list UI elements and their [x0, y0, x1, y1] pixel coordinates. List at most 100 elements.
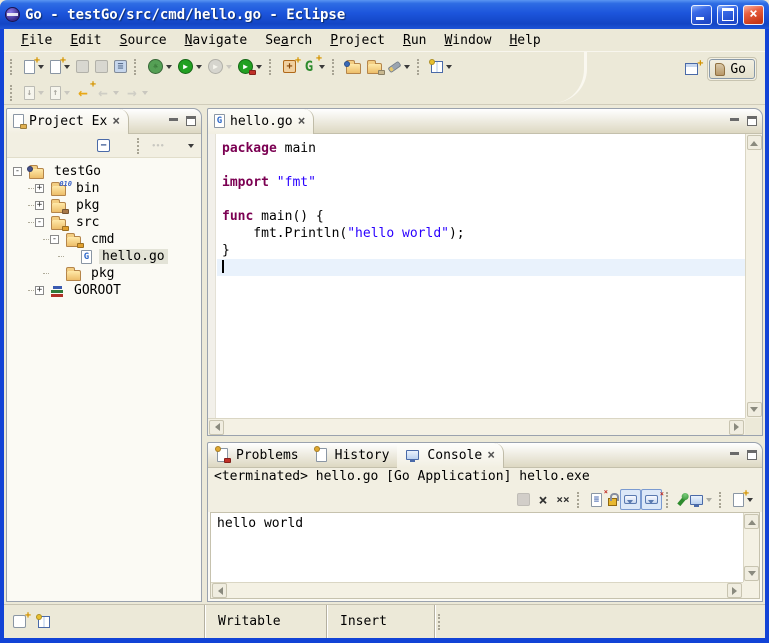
tree-item-label[interactable]: pkg	[73, 198, 102, 213]
tree-item-goroot[interactable]: + GOROOT	[7, 282, 201, 299]
maximize-button[interactable]	[717, 5, 738, 25]
code-line[interactable]: fmt.Println("hello world");	[217, 225, 745, 242]
tree-item-src[interactable]: -src	[7, 214, 201, 231]
project-folder-icon[interactable]	[26, 161, 47, 183]
last-edit-location-icon[interactable]: ←+	[73, 82, 93, 104]
open-resource-icon[interactable]	[364, 56, 385, 78]
save-icon[interactable]	[73, 56, 92, 78]
show-stderr-icon[interactable]: ×	[641, 489, 662, 510]
tree-item-label[interactable]: GOROOT	[71, 283, 124, 298]
clear-console-icon[interactable]: ≡×	[588, 489, 605, 511]
scroll-down-icon[interactable]	[747, 402, 762, 417]
tab-history[interactable]: History	[307, 443, 398, 468]
problems-icon[interactable]	[214, 444, 231, 466]
scroll-up-icon[interactable]	[744, 514, 759, 529]
close-button[interactable]	[743, 5, 764, 25]
tree-item-label[interactable]: bin	[73, 181, 102, 196]
maximize-editor-icon[interactable]	[747, 116, 757, 126]
filters-icon[interactable]: •••	[148, 135, 168, 157]
scroll-up-icon[interactable]	[747, 135, 762, 150]
project-explorer-tab[interactable]: Project Ex	[7, 109, 129, 134]
show-stdout-icon[interactable]	[620, 489, 641, 510]
terminate-icon[interactable]	[514, 489, 533, 511]
menu-search[interactable]: Search	[256, 32, 321, 49]
expand-expander-icon[interactable]: +	[35, 184, 44, 193]
remove-all-terminated-icon[interactable]: ××	[553, 489, 573, 511]
minimize-view-icon[interactable]	[729, 451, 740, 460]
menu-edit[interactable]: Edit	[61, 32, 110, 49]
tab-console[interactable]: Console	[397, 443, 504, 468]
history-icon[interactable]	[313, 444, 330, 466]
scroll-left-icon[interactable]	[209, 420, 224, 435]
collapse-expander-icon[interactable]: -	[50, 235, 59, 244]
code-line[interactable]	[217, 191, 745, 208]
open-console-icon[interactable]: +	[730, 489, 756, 511]
debug-icon[interactable]: ☼	[145, 56, 175, 78]
menu-navigate[interactable]: Navigate	[176, 32, 257, 49]
open-type-icon[interactable]	[343, 56, 364, 78]
close-view-icon[interactable]	[112, 114, 120, 129]
display-console-icon[interactable]	[687, 489, 715, 511]
tree-item-cmd[interactable]: -cmd	[7, 231, 201, 248]
link-editor-icon[interactable]	[113, 135, 133, 157]
open-perspective-button[interactable]: +	[682, 58, 701, 80]
console-vertical-scrollbar[interactable]	[743, 513, 759, 582]
collapse-expander-icon[interactable]: -	[35, 218, 44, 227]
expand-expander-icon[interactable]: +	[35, 286, 44, 295]
menu-run[interactable]: Run	[394, 32, 435, 49]
fast-view-icon[interactable]: +	[10, 611, 29, 633]
tab-problems[interactable]: Problems	[208, 443, 307, 468]
collapse-expander-icon[interactable]: -	[13, 167, 22, 176]
menu-file[interactable]: File	[12, 32, 61, 49]
tree-item-hello-go[interactable]: Ghello.go	[7, 248, 201, 265]
menu-source[interactable]: Source	[111, 32, 176, 49]
code-line[interactable]: }	[217, 242, 745, 259]
close-view-icon[interactable]	[487, 448, 495, 463]
editor-horizontal-scrollbar[interactable]	[208, 418, 745, 435]
collapse-all-icon[interactable]: −	[94, 135, 113, 157]
expand-expander-icon[interactable]: +	[35, 201, 44, 210]
run-last-icon[interactable]: ▶	[205, 56, 235, 78]
menu-window[interactable]: Window	[435, 32, 500, 49]
layout-columns-icon[interactable]	[428, 56, 455, 78]
remove-launch-icon[interactable]: ×	[533, 489, 553, 511]
code-area[interactable]: package mainimport "fmt"func main() { fm…	[217, 134, 745, 418]
close-editor-icon[interactable]	[298, 114, 306, 129]
code-line[interactable]: func main() {	[217, 208, 745, 225]
tree-item-label[interactable]: hello.go	[99, 249, 168, 264]
layout-columns-icon2[interactable]	[35, 611, 53, 633]
tree-item-label[interactable]: pkg	[88, 266, 117, 281]
go-perspective-button[interactable]: Go	[709, 59, 755, 79]
console-output[interactable]: hello world	[211, 513, 743, 582]
current-line[interactable]	[217, 259, 745, 276]
library-icon[interactable]	[48, 280, 67, 302]
new-icon[interactable]: +	[21, 56, 47, 78]
console-horizontal-scrollbar[interactable]	[211, 582, 743, 598]
menu-project[interactable]: Project	[321, 32, 394, 49]
minimize-editor-icon[interactable]	[729, 117, 740, 126]
view-menu-icon[interactable]	[168, 135, 197, 157]
pin-console-icon[interactable]	[677, 489, 687, 511]
search-icon[interactable]	[385, 56, 413, 78]
maximize-view-icon[interactable]	[186, 116, 196, 126]
next-annotation-icon[interactable]: ↓	[21, 82, 47, 104]
save-all-icon[interactable]	[92, 56, 111, 78]
editor-vertical-scrollbar[interactable]	[745, 134, 762, 418]
minimize-view-icon[interactable]	[168, 117, 179, 126]
scroll-lock-icon[interactable]	[605, 489, 620, 511]
console-tab-icon[interactable]	[403, 444, 422, 466]
editor-tab-hello-go[interactable]: G hello.go	[208, 109, 314, 134]
tree-item-testgo[interactable]: -testGo	[7, 163, 201, 180]
back-icon[interactable]: ←	[93, 82, 122, 104]
annotation-ruler[interactable]	[208, 134, 216, 418]
new-go-package-icon[interactable]: ++	[280, 56, 299, 78]
scroll-right-icon[interactable]	[727, 583, 742, 598]
print-icon[interactable]: ≡	[111, 56, 130, 78]
forward-icon[interactable]: →	[122, 82, 151, 104]
new-wizard-icon[interactable]: +	[47, 56, 73, 78]
menu-help[interactable]: Help	[500, 32, 549, 49]
scroll-right-icon[interactable]	[729, 420, 744, 435]
maximize-view-icon[interactable]	[747, 450, 757, 460]
code-line[interactable]: package main	[217, 140, 745, 157]
new-go-file-icon[interactable]: G+	[299, 56, 328, 78]
